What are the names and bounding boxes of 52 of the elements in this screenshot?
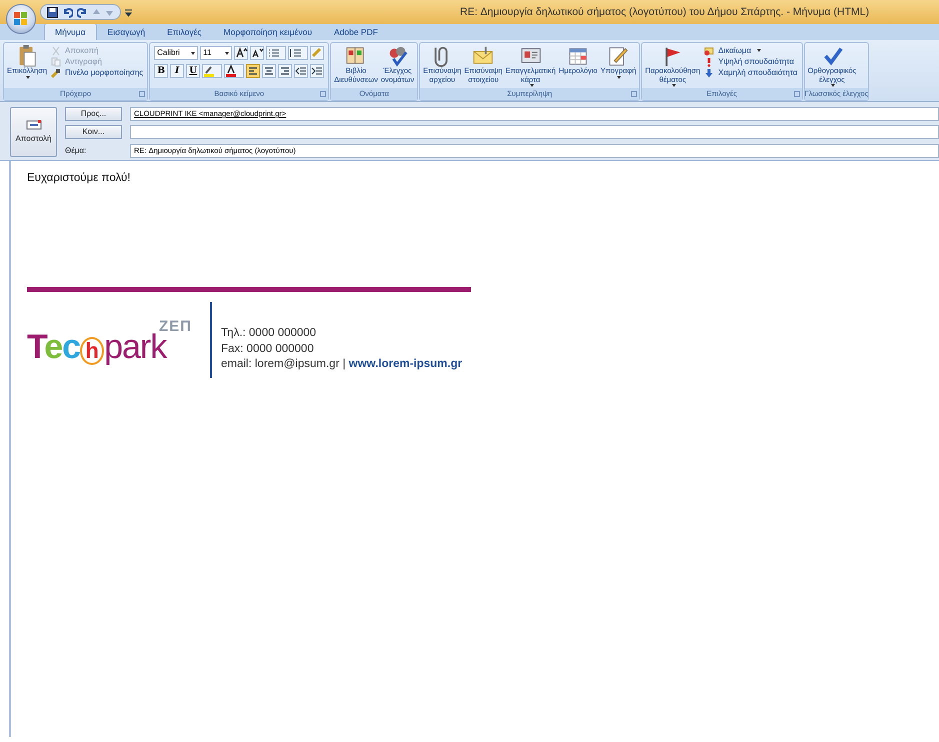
redo-icon[interactable] xyxy=(77,6,88,18)
caret-icon[interactable] xyxy=(124,7,133,18)
scissors-icon xyxy=(51,46,62,56)
ribbon-tab[interactable]: Επιλογές xyxy=(156,23,213,40)
ribbon-tab[interactable]: Μήνυμα xyxy=(44,23,97,40)
align-left-icon[interactable] xyxy=(246,64,260,78)
address-button[interactable]: Προς... xyxy=(65,107,122,121)
send-button[interactable]: Αποστολή xyxy=(10,107,57,157)
calendar-icon xyxy=(567,45,590,67)
envelope-icon xyxy=(26,119,42,130)
highlight-icon[interactable] xyxy=(202,64,222,78)
brush-icon xyxy=(51,68,62,78)
email-text: email: lorem@ipsum.gr | www.lorem-ipsum.gr xyxy=(221,357,462,372)
copy-icon xyxy=(51,56,62,66)
down-arrow-icon xyxy=(704,68,714,78)
to-field[interactable] xyxy=(130,125,939,139)
numbered-list-icon[interactable] xyxy=(288,46,308,60)
bullet-list-icon[interactable] xyxy=(266,46,286,60)
website-link[interactable]: www.lorem-ipsum.gr xyxy=(348,358,462,370)
align-center-icon[interactable] xyxy=(262,64,276,78)
phone-text: Τηλ.: 0000 000000 xyxy=(221,326,318,341)
envelope-icon xyxy=(704,46,714,56)
font-size-field[interactable]: 11 xyxy=(200,46,232,60)
decrease-indent-icon[interactable] xyxy=(294,64,308,78)
format-button[interactable]: B xyxy=(154,64,168,78)
grow-font-icon[interactable] xyxy=(234,46,248,60)
subject-label: Θέμα: xyxy=(65,145,88,157)
address-button[interactable]: Κοιν... xyxy=(65,125,122,139)
pen-icon xyxy=(607,45,630,67)
ribbon-button[interactable]: Χαμηλή σπουδαιότητα xyxy=(702,67,800,78)
fax-text: Fax: 0000 000000 xyxy=(221,342,315,356)
ribbon-button[interactable]: Υψηλή σπουδαιότητα xyxy=(702,56,800,67)
save-icon[interactable] xyxy=(47,6,58,18)
ribbon-tab[interactable]: Adobe PDF xyxy=(322,23,389,40)
font-name-field[interactable]: Calibri xyxy=(154,46,198,60)
format-button[interactable]: U xyxy=(186,64,200,78)
envelope-icon xyxy=(472,45,494,67)
shrink-font-icon[interactable] xyxy=(250,46,264,60)
undo-icon[interactable] xyxy=(62,6,73,18)
logo-icon xyxy=(14,12,28,26)
font-color-icon[interactable] xyxy=(224,64,244,78)
ribbon-tab[interactable]: Εισαγωγή xyxy=(96,23,156,40)
office-button[interactable] xyxy=(6,4,36,34)
window-title: RE: Δημιουργία δηλωτικού σήματος (λογοτύπου) του Δήμου Σπάρτης. - Μήνυμα (HTML) xyxy=(460,5,870,20)
increase-indent-icon[interactable] xyxy=(310,64,324,78)
message-text: Ευχαριστούμε πολύ! xyxy=(27,171,132,186)
ribbon-tab[interactable]: Μορφοποίηση κειμένου xyxy=(212,23,323,40)
ribbon-button[interactable]: Πινέλο μορφοποίησης xyxy=(49,67,146,78)
align-right-icon[interactable] xyxy=(278,64,292,78)
ribbon-button[interactable]: Δικαίωμα xyxy=(702,45,800,56)
format-button[interactable]: I xyxy=(170,64,184,78)
check-names-icon xyxy=(386,45,408,67)
